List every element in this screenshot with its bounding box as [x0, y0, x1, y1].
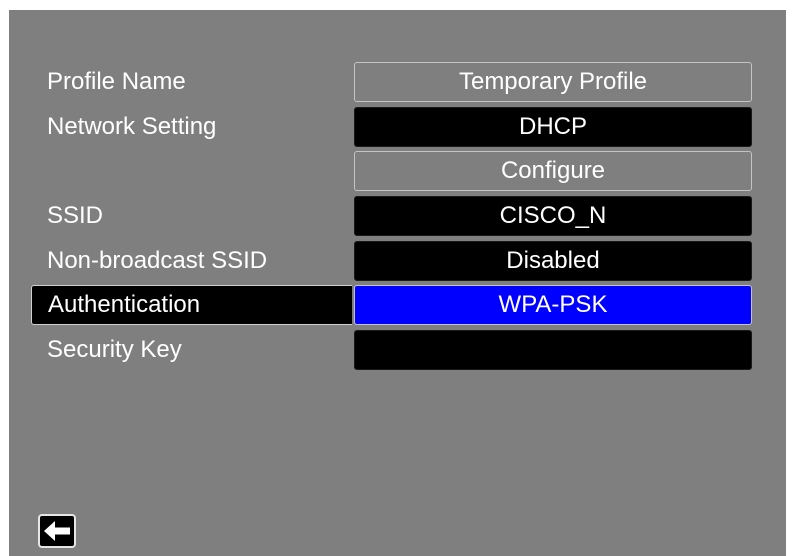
- network-setting-field[interactable]: DHCP: [354, 107, 752, 147]
- profile-name-label: Profile Name: [47, 68, 186, 95]
- authentication-row[interactable]: Authentication WPA-PSK: [9, 284, 786, 326]
- ssid-label: SSID: [47, 202, 104, 229]
- configure-button[interactable]: Configure: [354, 151, 752, 191]
- ssid-field[interactable]: CISCO_N: [354, 196, 752, 236]
- non-broadcast-ssid-row: Non-broadcast SSID Disabled: [9, 240, 786, 282]
- authentication-label: Authentication: [31, 285, 352, 325]
- security-key-row: Security Key: [9, 329, 786, 371]
- security-key-field[interactable]: [354, 330, 752, 370]
- non-broadcast-ssid-field[interactable]: Disabled: [354, 241, 752, 281]
- configure-row: Configure: [9, 150, 786, 192]
- profile-name-field[interactable]: Temporary Profile: [354, 62, 752, 102]
- ssid-row: SSID CISCO_N: [9, 195, 786, 237]
- network-setting-row: Network Setting DHCP: [9, 106, 786, 148]
- network-setting-label: Network Setting: [47, 113, 217, 140]
- non-broadcast-ssid-label: Non-broadcast SSID: [47, 247, 268, 274]
- authentication-field[interactable]: WPA-PSK: [354, 285, 752, 325]
- security-key-label: Security Key: [47, 336, 182, 363]
- profile-name-row: Profile Name Temporary Profile: [9, 61, 786, 103]
- back-button[interactable]: [38, 514, 76, 548]
- wifi-profile-screen: Profile Name Temporary Profile Network S…: [9, 10, 786, 556]
- left-arrow-icon: [44, 521, 70, 541]
